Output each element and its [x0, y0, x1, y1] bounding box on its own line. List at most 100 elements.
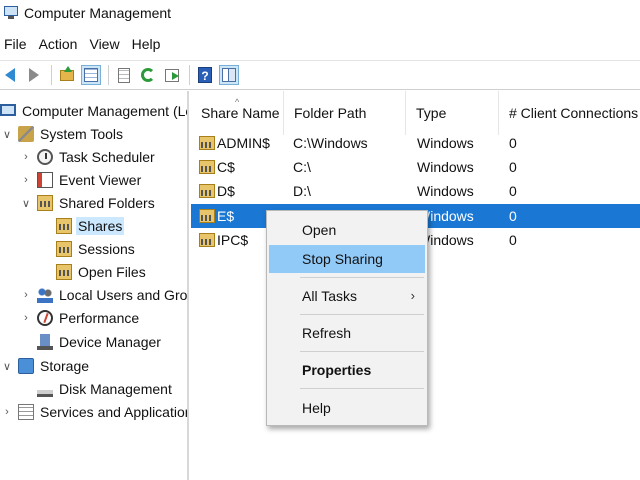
- shares-icon: [56, 218, 72, 234]
- tree-label: Local Users and Groups: [59, 287, 188, 303]
- chevron-down-icon[interactable]: ∨: [2, 360, 12, 373]
- column-label: Type: [416, 105, 447, 121]
- chevron-right-icon[interactable]: ›: [21, 174, 31, 186]
- folder-path: C:\Windows: [293, 135, 368, 151]
- tree-item-device-manager[interactable]: Device Manager: [0, 331, 163, 353]
- table-row[interactable]: ADMIN$ C:\Windows Windows 0: [191, 131, 640, 155]
- back-arrow-icon: [5, 68, 15, 82]
- share-name: D$: [217, 183, 235, 199]
- storage-icon: [18, 358, 34, 374]
- column-header: ^ Share Name Folder Path Type # Client C…: [191, 91, 640, 135]
- submenu-arrow-icon: ›: [410, 288, 415, 303]
- menu-view[interactable]: View: [85, 36, 127, 52]
- event-viewer-icon: [37, 172, 53, 188]
- export-list-button[interactable]: [162, 65, 182, 85]
- show-hide-action-pane-button[interactable]: [219, 65, 239, 85]
- tree-item-computer-management[interactable]: Computer Management (Local: [0, 100, 187, 122]
- tree-item-performance[interactable]: › Performance: [0, 307, 141, 329]
- share-type: Windows: [417, 183, 474, 199]
- services-icon: [18, 404, 34, 420]
- tree-label: Device Manager: [59, 334, 161, 350]
- disk-management-icon: [37, 381, 53, 397]
- properties-button[interactable]: [114, 65, 134, 85]
- tree-item-sessions[interactable]: Sessions: [0, 238, 137, 260]
- client-connections: 0: [509, 232, 517, 248]
- menu-separator: [300, 351, 424, 352]
- tree-item-shares[interactable]: Shares: [0, 215, 125, 237]
- tree-item-event-viewer[interactable]: › Event Viewer: [0, 169, 143, 191]
- tree-item-storage[interactable]: ∨ Storage: [0, 355, 91, 377]
- forward-button[interactable]: [24, 65, 44, 85]
- tree-label: Event Viewer: [59, 172, 142, 188]
- toolbar-separator: [189, 65, 190, 85]
- sort-up-icon: ^: [235, 97, 240, 107]
- toolbar-separator: [108, 65, 109, 85]
- properties-icon: [118, 67, 130, 83]
- tree-item-local-users[interactable]: › Local Users and Groups: [0, 284, 188, 306]
- export-icon: [165, 68, 179, 82]
- refresh-icon: [141, 68, 155, 82]
- up-level-button[interactable]: [57, 65, 77, 85]
- share-name: IPC$: [217, 232, 249, 248]
- computer-management-icon: [4, 6, 18, 20]
- chevron-right-icon[interactable]: ›: [2, 406, 12, 418]
- context-menu-stop-sharing[interactable]: Stop Sharing: [269, 245, 425, 273]
- column-label: Folder Path: [294, 105, 367, 121]
- share-folder-icon: [199, 209, 215, 223]
- context-menu-help[interactable]: Help: [269, 394, 425, 422]
- chevron-right-icon[interactable]: ›: [21, 312, 31, 324]
- column-folder-path[interactable]: Folder Path: [284, 91, 406, 135]
- share-folder-icon: [199, 160, 215, 174]
- context-menu-all-tasks[interactable]: All Tasks ›: [269, 282, 425, 310]
- context-menu-properties[interactable]: Properties: [269, 356, 425, 384]
- tree-label: Task Scheduler: [59, 149, 155, 165]
- help-button[interactable]: ?: [195, 65, 215, 85]
- share-name: E$: [217, 208, 235, 224]
- folder-path: D:\: [293, 183, 311, 199]
- tree-item-open-files[interactable]: Open Files: [0, 261, 148, 283]
- folder-up-icon: [60, 65, 74, 81]
- table-row[interactable]: D$ D:\ Windows 0: [191, 179, 640, 203]
- share-type: Windows: [417, 159, 474, 175]
- chevron-right-icon[interactable]: ›: [21, 289, 31, 301]
- chevron-down-icon[interactable]: ∨: [2, 128, 12, 141]
- show-hide-tree-button[interactable]: [81, 65, 101, 85]
- context-menu-open[interactable]: Open: [269, 216, 425, 244]
- tree-label: Storage: [40, 358, 90, 374]
- tree-label: System Tools: [40, 126, 123, 142]
- back-button[interactable]: [0, 65, 20, 85]
- share-type: Windows: [417, 135, 474, 151]
- chevron-down-icon[interactable]: ∨: [21, 197, 31, 210]
- column-client-connections[interactable]: # Client Connections: [499, 91, 640, 135]
- menu-action[interactable]: Action: [35, 36, 86, 52]
- share-name: ADMIN$: [217, 135, 270, 151]
- table-row[interactable]: C$ C:\ Windows 0: [191, 155, 640, 179]
- menu-separator: [300, 314, 424, 315]
- context-menu-refresh[interactable]: Refresh: [269, 319, 425, 347]
- client-connections: 0: [509, 183, 517, 199]
- column-share-name[interactable]: ^ Share Name: [191, 91, 284, 135]
- tree-item-disk-management[interactable]: Disk Management: [0, 378, 174, 400]
- client-connections: 0: [509, 135, 517, 151]
- menu-file[interactable]: File: [0, 36, 35, 52]
- folder-path: C:\: [293, 159, 311, 175]
- tree-item-services-applications[interactable]: › Services and Applications: [0, 401, 189, 423]
- refresh-button[interactable]: [138, 65, 158, 85]
- menu-help[interactable]: Help: [128, 36, 169, 52]
- share-name: C$: [217, 159, 235, 175]
- tree-label: Services and Applications: [40, 404, 189, 420]
- tree-item-shared-folders[interactable]: ∨ Shared Folders: [0, 192, 157, 214]
- tree-item-system-tools[interactable]: ∨ System Tools: [0, 123, 125, 145]
- chevron-right-icon[interactable]: ›: [21, 151, 31, 163]
- console-tree: Computer Management (Local ∨ System Tool…: [0, 91, 189, 480]
- column-type[interactable]: Type: [406, 91, 499, 135]
- column-label: Share Name: [201, 105, 280, 121]
- tree-label: Computer Management (Local: [22, 103, 187, 119]
- tree-label: Sessions: [78, 241, 135, 257]
- tree-item-task-scheduler[interactable]: › Task Scheduler: [0, 146, 157, 168]
- share-folder-icon: [199, 233, 215, 247]
- shared-folders-icon: [37, 195, 53, 211]
- sessions-icon: [56, 241, 72, 257]
- tree-label: Disk Management: [59, 381, 172, 397]
- forward-arrow-icon: [29, 68, 39, 82]
